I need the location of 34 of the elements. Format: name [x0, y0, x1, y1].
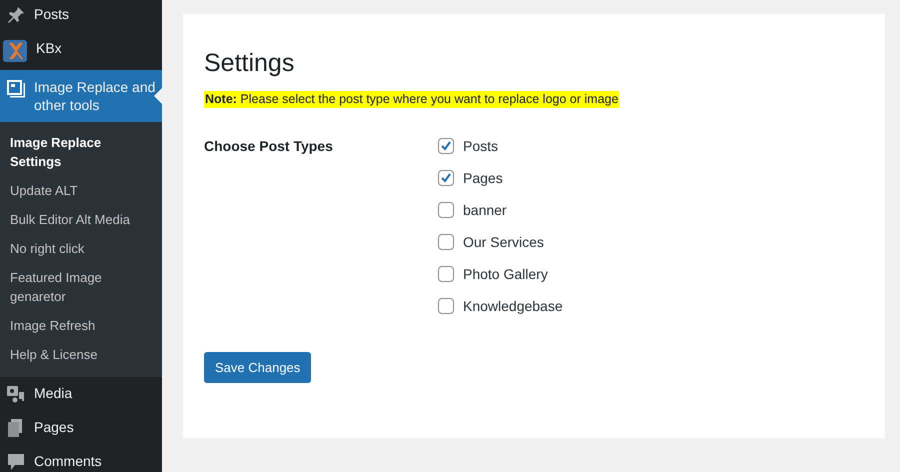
- field-label: Choose Post Types: [204, 137, 334, 154]
- submenu-item[interactable]: Image Refresh: [0, 311, 162, 340]
- submenu-item[interactable]: Help & License: [0, 340, 162, 369]
- submenu-item[interactable]: No right click: [0, 234, 162, 263]
- checkbox[interactable]: [438, 138, 454, 154]
- option-label: Posts: [463, 137, 498, 156]
- submenu-item[interactable]: Featured Image genaretor: [0, 263, 162, 311]
- option-label: banner: [463, 201, 507, 220]
- checkbox[interactable]: [438, 234, 454, 250]
- checkbox[interactable]: [438, 170, 454, 186]
- note-text: Note: Please select the post type where you want to replace logo or image: [204, 91, 620, 108]
- media-icon: [6, 384, 26, 404]
- checkbox[interactable]: [438, 298, 454, 314]
- checkbox[interactable]: [438, 202, 454, 218]
- sidebar-item[interactable]: Comments: [0, 445, 162, 472]
- option-label: Knowledgebase: [463, 297, 563, 316]
- sidebar-item[interactable]: Posts: [0, 0, 162, 32]
- logo-icon: [2, 39, 28, 63]
- option-label: Our Services: [463, 233, 544, 252]
- pin-icon: [6, 5, 26, 25]
- sidebar-item[interactable]: KBx: [0, 32, 162, 70]
- comment-icon: [6, 452, 26, 472]
- sidebar-item[interactable]: Media: [0, 377, 162, 411]
- save-button[interactable]: Save Changes: [204, 352, 312, 383]
- option-label: Photo Gallery: [463, 265, 548, 284]
- submenu-item[interactable]: Image Replace Settings: [0, 128, 162, 176]
- sidebar-item[interactable]: Image Replace and other tools: [0, 70, 162, 122]
- sidebar-item[interactable]: Pages: [0, 411, 162, 445]
- submenu-item[interactable]: Update ALT: [0, 176, 162, 205]
- submenu-item[interactable]: Bulk Editor Alt Media: [0, 205, 162, 234]
- image-icon: [6, 78, 26, 98]
- option-label: Pages: [463, 169, 503, 188]
- page-title: Settings: [204, 48, 296, 79]
- checkbox[interactable]: [438, 266, 454, 282]
